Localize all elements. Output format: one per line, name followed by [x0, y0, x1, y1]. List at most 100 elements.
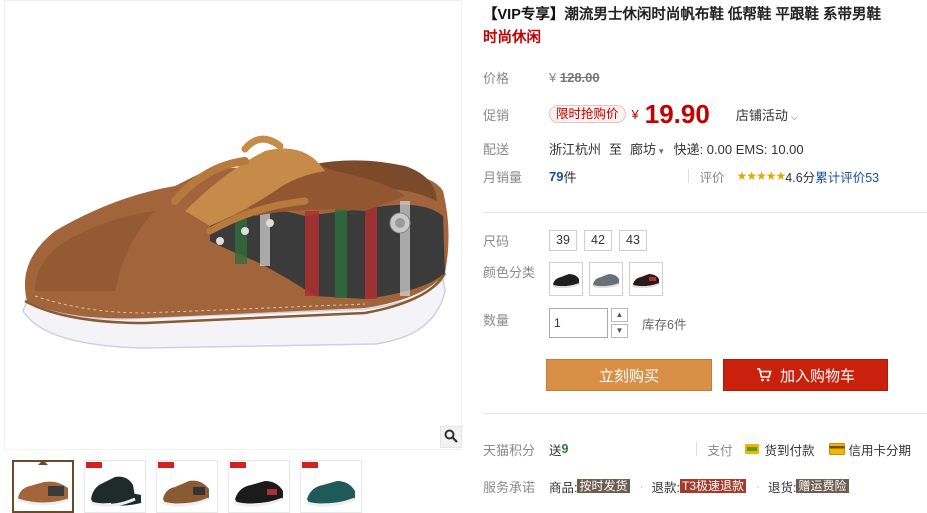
- quantity-row: 数量 ▲ ▼ 库存6件: [483, 307, 686, 339]
- destination-selector[interactable]: 廊坊 ▾: [630, 139, 664, 158]
- promo-tag: [230, 462, 246, 468]
- product-gallery: [0, 0, 465, 513]
- promo-currency: ¥: [631, 106, 639, 122]
- cod-option: 货到付款: [744, 440, 815, 459]
- destination-city: 廊坊: [630, 141, 657, 157]
- goods-label: 商品:: [549, 480, 578, 495]
- points-send: 送: [549, 443, 562, 458]
- refund-promise[interactable]: 退款: T3极速退款: [651, 477, 746, 496]
- cumulative-reviews-link[interactable]: 累计评价53: [815, 167, 879, 186]
- cod-label: 货到付款: [764, 443, 815, 458]
- points-value: 9: [561, 442, 569, 456]
- fast-refund-badge: T3极速退款: [679, 479, 746, 493]
- credit-card-icon: [828, 443, 845, 455]
- main-product-image[interactable]: [4, 0, 462, 450]
- points-payment-row: 天猫积分 送9 支付 货到付款 信用卡分期 ▼: [483, 438, 927, 460]
- shipping-row: 配送 浙江杭州 至 廊坊 ▾ 快递: 0.00 EMS: 10.00: [483, 137, 804, 159]
- flash-sale-badge: 限时抢购价: [549, 105, 626, 123]
- rating-stars: ★★★★★: [736, 169, 787, 183]
- ship-from: 浙江杭州: [549, 141, 602, 157]
- magnifier-icon: [444, 429, 458, 446]
- on-time-delivery-badge: 按时发货: [577, 479, 630, 493]
- color-row: 颜色分类: [483, 262, 669, 296]
- zoom-button[interactable]: [440, 426, 462, 448]
- size-label: 尺码: [483, 233, 510, 249]
- return-label: 退货:: [768, 480, 797, 495]
- monthly-sales-unit: 件: [563, 169, 577, 185]
- thumbnail-strip: [12, 460, 362, 513]
- chevron-down-icon: ⌵: [790, 111, 798, 122]
- shipping-fees: 快递: 0.00 EMS: 10.00: [673, 141, 804, 157]
- title-main: 潮流男士休闲时尚帆布鞋 低帮鞋 平跟鞋 系带男鞋: [564, 7, 881, 23]
- buy-now-button[interactable]: 立刻购买: [546, 359, 712, 391]
- add-to-cart-button[interactable]: 加入购物车: [723, 359, 888, 391]
- ship-to-word: 至: [609, 141, 623, 157]
- thumbnail-2[interactable]: [84, 460, 146, 513]
- return-promise[interactable]: 退货: 赠运费险: [768, 477, 849, 496]
- payment-label: 支付: [707, 443, 733, 458]
- shoe-image: [22, 135, 449, 349]
- credit-label: 信用卡分期: [848, 443, 912, 458]
- refund-label: 退款:: [651, 480, 680, 495]
- quantity-stepper: ▲ ▼: [611, 308, 628, 338]
- divider: [696, 442, 698, 456]
- cart-icon: [756, 368, 772, 382]
- separator-dot: ·: [756, 479, 760, 493]
- freight-insurance-badge: 赠运费险: [796, 479, 849, 493]
- rating-score: 4.6分: [785, 170, 816, 185]
- credit-installment-option: 信用卡分期: [828, 440, 912, 459]
- service-promise-row: 服务承诺 商品: 按时发货 · 退款: T3极速退款 · 退货: 赠运费险: [483, 475, 859, 497]
- shipping-label: 配送: [483, 141, 510, 157]
- review-text: 累计评价: [815, 170, 866, 185]
- section-divider: [483, 413, 927, 414]
- color-option-gray[interactable]: [589, 262, 623, 296]
- size-option-42[interactable]: 42: [584, 229, 612, 251]
- thumbnail-3[interactable]: [156, 460, 218, 513]
- promo-tag: [158, 462, 174, 468]
- stock-count: 库存6件: [642, 317, 687, 332]
- size-option-43[interactable]: 43: [619, 229, 647, 251]
- size-row: 尺码 39 42 43: [483, 229, 654, 251]
- sales-row: 月销量 79 件 评价 ★★★★★ 4.6分 累计评价53: [483, 165, 879, 187]
- points-label: 天猫积分: [483, 442, 536, 458]
- original-price-row: 价格 ¥ 128.00: [483, 66, 600, 88]
- review-count: 53: [865, 170, 880, 185]
- quantity-label: 数量: [483, 313, 510, 328]
- divider: [688, 169, 690, 183]
- thumbnail-5[interactable]: [300, 460, 362, 513]
- monthly-sales-count: 79: [549, 168, 564, 184]
- product-title: 【VIP专享】潮流男士休闲时尚帆布鞋 低帮鞋 平跟鞋 系带男鞋 时尚休闲: [483, 4, 923, 50]
- original-price-value: 128.00: [559, 69, 600, 85]
- promo-label: 促销: [483, 107, 510, 123]
- vip-prefix: 【VIP专享】: [483, 7, 565, 23]
- quantity-input[interactable]: [549, 308, 608, 338]
- price-label: 价格: [483, 70, 510, 86]
- increase-button[interactable]: ▲: [611, 308, 628, 322]
- color-option-black[interactable]: [549, 262, 583, 296]
- cash-icon: [744, 442, 760, 456]
- promise-label: 服务承诺: [483, 479, 536, 495]
- shop-activity-label: 店铺活动: [735, 107, 788, 123]
- chevron-down-icon: ▾: [659, 145, 664, 156]
- promo-price: 19.90: [644, 99, 710, 129]
- size-option-39[interactable]: 39: [549, 229, 577, 251]
- goods-promise[interactable]: 商品: 按时发货: [549, 477, 630, 496]
- promo-price-row: 促销 限时抢购价 ¥ 19.90 店铺活动 ⌵: [483, 100, 798, 128]
- section-divider: [483, 212, 927, 213]
- color-option-dark[interactable]: [629, 262, 663, 296]
- add-to-cart-label: 加入购物车: [779, 367, 855, 385]
- monthly-sales-label: 月销量: [483, 169, 523, 185]
- promo-tag: [302, 462, 318, 468]
- review-label: 评价: [699, 170, 725, 185]
- original-price: ¥ 128.00: [549, 70, 600, 85]
- thumbnail-1[interactable]: [12, 460, 74, 513]
- title-highlight: 时尚休闲: [483, 30, 541, 46]
- separator-dot: ·: [639, 479, 644, 493]
- decrease-button[interactable]: ▼: [611, 324, 628, 338]
- shop-activity-dropdown[interactable]: 店铺活动 ⌵: [736, 105, 798, 124]
- thumbnail-4[interactable]: [228, 460, 290, 513]
- promo-tag: [86, 462, 102, 468]
- color-label: 颜色分类: [483, 265, 536, 280]
- buy-now-label: 立刻购买: [598, 367, 659, 385]
- product-info-panel: 【VIP专享】潮流男士休闲时尚帆布鞋 低帮鞋 平跟鞋 系带男鞋 时尚休闲 价格 …: [483, 0, 927, 513]
